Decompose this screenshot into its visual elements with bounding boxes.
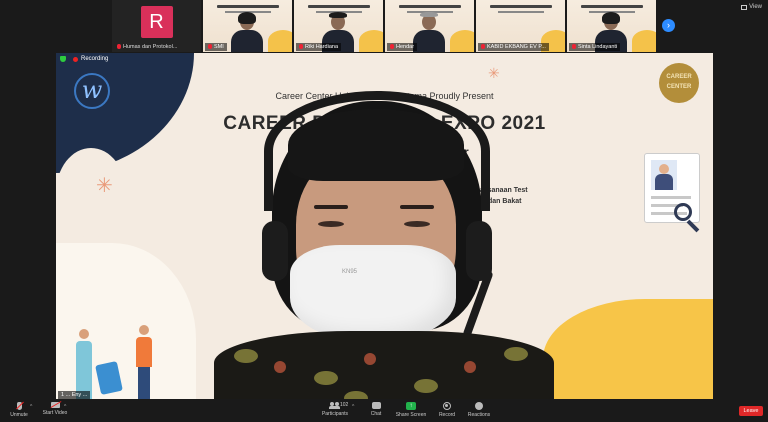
slide-thumbnail-subtitle — [498, 11, 544, 13]
share-screen-icon: ↑ — [406, 402, 416, 410]
mic-muted-icon — [390, 44, 394, 50]
gallery-strip: R Humas dan Protokol... SMI Riki Hardian… — [112, 0, 656, 52]
video-options-caret-icon[interactable]: ^ — [64, 404, 66, 410]
participant-tile-kabid[interactable]: KABID EKBANG EV P... — [476, 0, 565, 52]
record-icon — [443, 402, 451, 410]
reactions-icon — [475, 402, 483, 410]
mic-muted-icon — [117, 44, 121, 50]
mic-muted-icon — [481, 44, 485, 50]
participant-name: Humas dan Protokol... — [114, 43, 180, 51]
participant-name: Riki Hardiana — [296, 43, 342, 51]
next-page-chevron-icon[interactable]: › — [662, 19, 675, 32]
slide-thumbnail-title — [217, 5, 279, 8]
participant-tile-sinta[interactable]: Sinta Lindayanti — [567, 0, 656, 52]
zoom-meeting-window: R Humas dan Protokol... SMI Riki Hardian… — [0, 0, 768, 422]
slide-thumbnail-blob — [359, 30, 383, 52]
mic-muted-icon — [208, 44, 212, 50]
participants-count: 102 — [340, 402, 349, 408]
recording-dot-icon — [73, 56, 78, 62]
leave-button[interactable]: Leave — [739, 406, 763, 416]
shield-icon — [60, 56, 66, 62]
participant-tile-smi[interactable]: SMI — [203, 0, 292, 52]
participant-name: Hendar — [387, 43, 418, 51]
avatar: R — [140, 6, 173, 38]
meeting-toolbar: Unmute ^ Start Video ^ Participants 102 … — [0, 400, 768, 422]
slide-decoration — [543, 299, 713, 399]
slide-thumbnail-title — [308, 5, 370, 8]
active-speaker-video: w CAREER CENTER ✳ ✳ ✦ Career Center Univ… — [56, 53, 713, 399]
slide-thumbnail-blob — [450, 30, 474, 52]
record-button[interactable]: Record — [436, 402, 458, 418]
participant-name: KABID EKBANG EV P... — [478, 43, 549, 51]
participants-options-caret-icon[interactable]: ^ — [352, 404, 354, 410]
participant-name: SMI — [205, 43, 227, 51]
audio-options-caret-icon[interactable]: ^ — [30, 404, 32, 410]
magnifier-icon — [674, 203, 692, 221]
reactions-button[interactable]: Reactions — [466, 402, 492, 418]
participant-tile-hendar[interactable]: Hendar — [385, 0, 474, 52]
share-screen-button[interactable]: ↑ Share Screen — [394, 402, 428, 418]
participant-tile-riki[interactable]: Riki Hardiana — [294, 0, 383, 52]
sparkle-icon: ✳ — [488, 65, 500, 81]
unmute-button[interactable]: Unmute — [8, 402, 30, 418]
recording-indicator: Recording — [60, 56, 108, 62]
grid-view-icon — [741, 4, 748, 10]
face-mask: KN95 — [290, 245, 456, 341]
presenter-video: KN95 — [204, 91, 564, 399]
mic-muted-icon — [299, 44, 303, 50]
slide-thumbnail-title — [581, 5, 643, 8]
slide-thumbnail-blob — [632, 30, 656, 52]
participant-tile-humas[interactable]: R Humas dan Protokol... — [112, 0, 201, 52]
speaker-name-tag: 1 ... Eny ... — [58, 391, 91, 399]
chat-button[interactable]: Chat — [366, 402, 386, 417]
people-illustration — [66, 315, 176, 399]
slide-thumbnail-title — [399, 5, 461, 8]
sparkle-icon: ✳ — [96, 175, 113, 197]
microphone-muted-icon — [16, 402, 22, 410]
camera-off-icon — [50, 402, 60, 408]
participant-name: Sinta Lindayanti — [569, 43, 621, 51]
slide-thumbnail-blob — [268, 30, 292, 52]
mic-muted-icon — [572, 44, 576, 50]
participant-video — [413, 12, 445, 52]
slide-thumbnail-title — [490, 5, 552, 8]
chat-icon — [371, 402, 381, 409]
view-button[interactable]: View — [741, 4, 762, 10]
participant-video — [231, 12, 263, 52]
